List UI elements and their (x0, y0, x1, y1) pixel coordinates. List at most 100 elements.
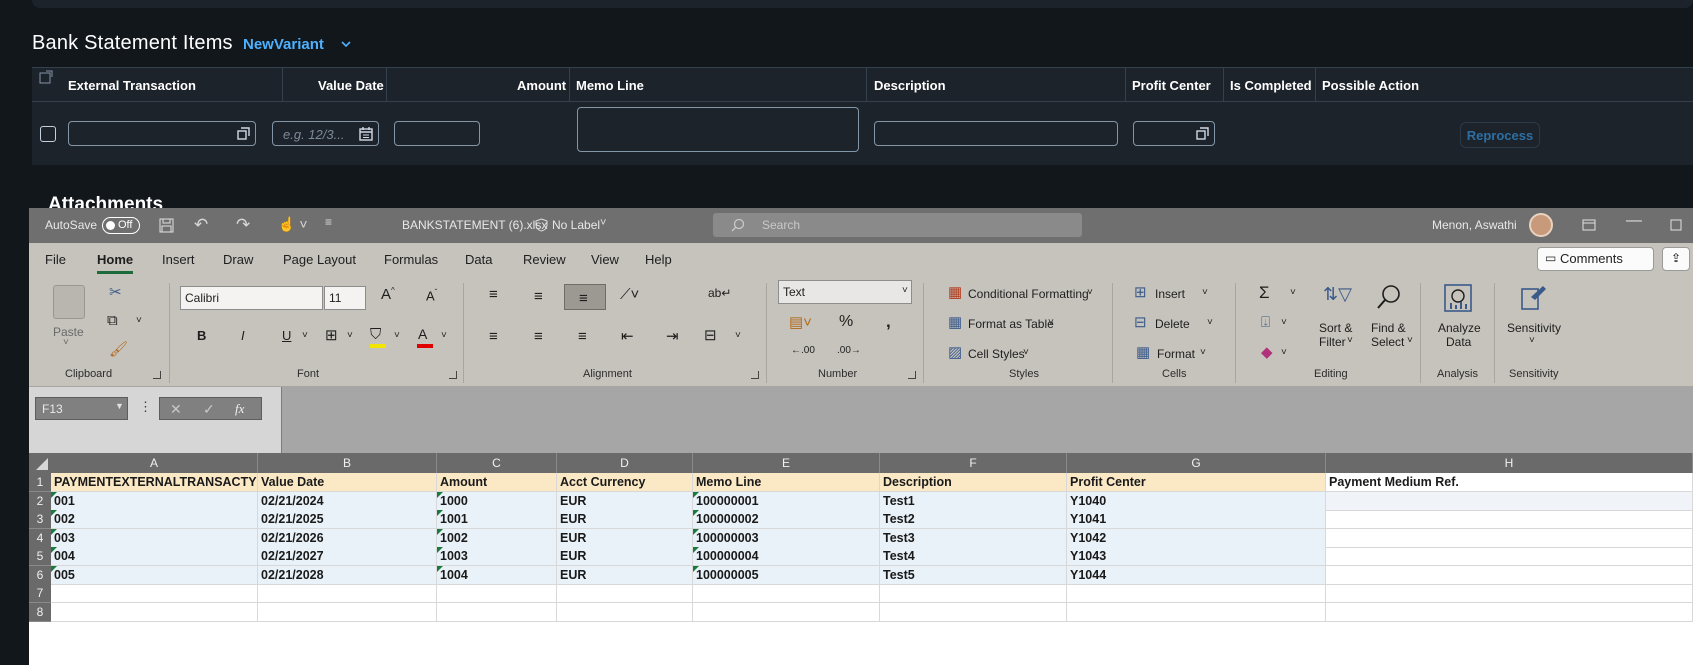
conditional-formatting-icon[interactable]: ▦ (948, 285, 962, 300)
formula-input[interactable] (281, 387, 1693, 453)
col-possible-action[interactable]: Possible Action (1322, 78, 1419, 93)
cell-d7[interactable] (557, 584, 693, 603)
borders-icon[interactable]: ⊞ (325, 328, 338, 343)
menu-review[interactable]: Review (523, 252, 566, 267)
delete-cells-icon[interactable]: ⊟ (1134, 315, 1147, 330)
chevron-down-icon[interactable]: ˅ (600, 217, 606, 229)
chevron-down-icon[interactable]: ˅ (441, 330, 447, 341)
orientation-icon[interactable]: ⟋˅ (620, 287, 639, 302)
cell-b4[interactable]: 02/21/2026 (258, 528, 437, 548)
col-memo-line[interactable]: Memo Line (576, 78, 644, 93)
wrap-text-icon[interactable]: ab↵ (708, 287, 731, 299)
align-middle-icon[interactable]: ≡ (534, 289, 543, 304)
format-cells-icon[interactable]: ▦ (1136, 345, 1150, 360)
chevron-down-icon[interactable]: ˅ (347, 330, 353, 341)
insert-function-icon[interactable]: fx (235, 401, 244, 417)
insert-cells-button[interactable]: Insert (1155, 287, 1185, 301)
chevron-down-icon[interactable]: ˅ (1290, 287, 1296, 298)
row-header[interactable]: 4 (29, 528, 51, 548)
align-top-icon[interactable]: ≡ (489, 287, 498, 302)
cell-styles-button[interactable]: Cell Styles (968, 347, 1025, 361)
cell-d8[interactable] (557, 602, 693, 622)
cell-f4[interactable]: Test3 (880, 528, 1067, 548)
cell-f2[interactable]: Test1 (880, 491, 1067, 511)
reprocess-button[interactable]: Reprocess (1460, 122, 1540, 148)
cell-b1[interactable]: Value Date (258, 473, 437, 492)
cell-h3[interactable] (1326, 510, 1693, 529)
cell-h4[interactable] (1326, 528, 1693, 548)
sort-filter-icon[interactable]: ⇅▽ (1323, 285, 1352, 303)
cell-c7[interactable] (437, 584, 557, 603)
percent-icon[interactable]: % (839, 314, 853, 330)
chevron-down-icon[interactable]: ˅ (1087, 287, 1093, 298)
ribbon-display-icon[interactable] (1582, 219, 1596, 231)
cell-styles-icon[interactable]: ▨ (948, 345, 962, 360)
cell-g3[interactable]: Y1041 (1067, 510, 1326, 529)
menu-view[interactable]: View (591, 252, 619, 267)
external-transaction-input[interactable] (68, 121, 256, 146)
chevron-down-icon[interactable]: ▼ (115, 401, 124, 411)
value-help-icon[interactable] (1196, 127, 1209, 140)
row-header[interactable]: 1 (29, 473, 51, 492)
row-header[interactable]: 2 (29, 491, 51, 511)
cell-a2[interactable]: 001 (51, 491, 258, 511)
chevron-down-icon[interactable]: ˅ (394, 330, 400, 341)
increase-indent-icon[interactable]: ⇥ (666, 329, 679, 344)
cell-h7[interactable] (1326, 584, 1693, 603)
cell-c6[interactable]: 1004 (437, 565, 557, 585)
chevron-down-icon[interactable]: ˅ (902, 285, 908, 296)
cell-f1[interactable]: Description (880, 473, 1067, 492)
minimize-icon[interactable]: — (1626, 212, 1642, 230)
chevron-down-icon[interactable]: ˅ (1281, 317, 1287, 328)
font-color-icon[interactable]: A (418, 327, 427, 341)
delete-cells-button[interactable]: Delete (1155, 317, 1190, 331)
cell-g7[interactable] (1067, 584, 1326, 603)
value-date-input[interactable]: e.g. 12/3... (272, 121, 379, 146)
cell-a8[interactable] (51, 602, 258, 622)
redo-icon[interactable]: ↷ (236, 215, 250, 235)
align-bottom-icon[interactable]: ≡ (564, 284, 606, 310)
autosum-icon[interactable]: Σ (1259, 284, 1270, 301)
cell-f3[interactable]: Test2 (880, 510, 1067, 529)
column-header-d[interactable]: D (557, 453, 693, 473)
calendar-icon[interactable] (359, 127, 373, 141)
find-select-label-1[interactable]: Find & (1371, 321, 1406, 335)
col-external-transaction[interactable]: External Transaction (68, 78, 196, 93)
cell-g6[interactable]: Y1044 (1067, 565, 1326, 585)
increase-decimal-icon[interactable]: ←.00 (791, 345, 815, 356)
cell-c8[interactable] (437, 602, 557, 622)
sensitivity-label[interactable]: No Label (552, 218, 600, 232)
column-header-h[interactable]: H (1326, 453, 1693, 473)
chevron-down-icon[interactable]: ˅ (1202, 287, 1208, 298)
clipboard-launcher-icon[interactable] (153, 371, 161, 379)
user-name[interactable]: Menon, Aswathi (1432, 218, 1517, 232)
amount-input[interactable] (394, 121, 480, 146)
column-header-b[interactable]: B (258, 453, 437, 473)
align-left-icon[interactable]: ≡ (489, 329, 498, 344)
undo-icon[interactable]: ↶ (194, 215, 208, 235)
cell-e8[interactable] (693, 602, 880, 622)
chevron-down-icon[interactable]: ˅ (1207, 317, 1213, 328)
comma-style-icon[interactable]: , (886, 313, 891, 330)
col-is-completed[interactable]: Is Completed (1230, 78, 1312, 93)
customize-toolbar-icon[interactable]: ≡ (325, 215, 332, 229)
cell-d6[interactable]: EUR (557, 565, 693, 585)
cell-h1[interactable]: Payment Medium Ref. (1326, 473, 1693, 492)
cell-f6[interactable]: Test5 (880, 565, 1067, 585)
bold-icon[interactable]: B (197, 329, 206, 342)
row-header[interactable]: 3 (29, 510, 51, 529)
row-header[interactable]: 6 (29, 565, 51, 585)
cell-h8[interactable] (1326, 602, 1693, 622)
cell-a5[interactable]: 004 (51, 547, 258, 566)
menu-file[interactable]: File (45, 252, 66, 267)
col-value-date[interactable]: Value Date (318, 78, 384, 93)
chevron-down-icon[interactable]: ˅ (1048, 317, 1054, 328)
comments-button[interactable]: ▭ Comments (1537, 247, 1654, 271)
cell-h2[interactable] (1326, 491, 1693, 511)
chevron-down-icon[interactable]: ˅ (302, 330, 308, 341)
font-launcher-icon[interactable] (449, 371, 457, 379)
decrease-indent-icon[interactable]: ⇤ (621, 329, 634, 344)
conditional-formatting-button[interactable]: Conditional Formatting (968, 287, 1089, 301)
value-help-icon[interactable] (237, 127, 250, 140)
cell-c5[interactable]: 1003 (437, 547, 557, 566)
